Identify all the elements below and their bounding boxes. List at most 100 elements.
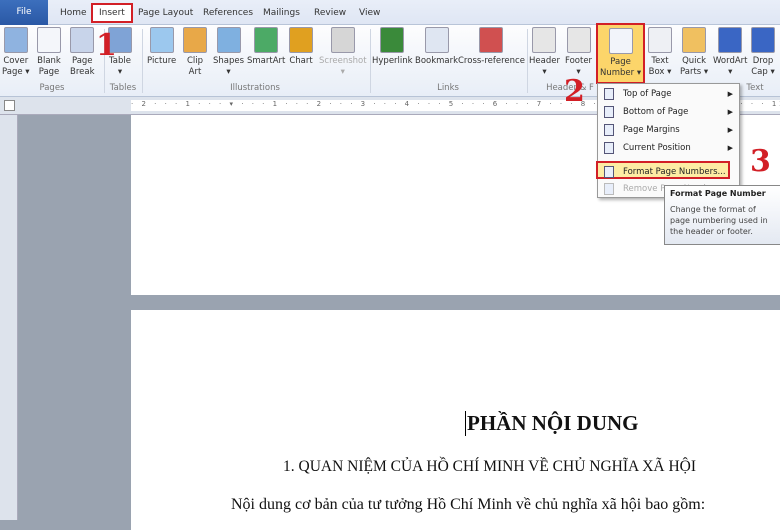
submenu-arrow-icon: ▶ [727,126,733,134]
button-label: Text [651,56,669,66]
text-box-icon [648,27,672,53]
clip-art-button[interactable]: Clip Art [183,27,207,78]
button-label: Screenshot [319,56,367,66]
button-label: Page [38,67,60,77]
ribbon-tabs: File Home Insert Page Layout References … [0,0,780,25]
menu-item-format-page-numbers[interactable]: Format Page Numbers... [596,161,730,179]
page-icon [604,142,614,154]
format-page-number-icon [604,166,614,178]
button-label: Cover [3,56,29,66]
footer-button[interactable]: Footer ▾ [565,27,592,78]
blank-page-icon [37,27,61,53]
shapes-button[interactable]: Shapes ▾ [213,27,244,78]
picture-button[interactable]: Picture [147,27,176,67]
footer-icon [566,27,591,53]
group-label-links: Links [437,83,459,93]
tooltip-body: Change the format of page numbering used… [670,205,768,236]
menu-label: Page Margins [623,125,680,135]
vertical-ruler[interactable] [0,115,18,520]
tab-page-layout[interactable]: Page Layout [132,5,199,25]
menu-item-page-margins[interactable]: Page Margins ▶ [598,121,739,139]
tab-review[interactable]: Review [308,5,352,25]
cross-reference-icon [479,27,504,53]
menu-label: Top of Page [623,89,672,99]
cover-page-icon [3,27,28,53]
button-label: Footer [565,56,593,66]
tab-selector[interactable] [4,100,15,111]
text-box-button[interactable]: Text Box ▾ [648,27,672,78]
button-label: WordArt [713,56,748,66]
button-label: Break [70,67,95,77]
header-icon [532,27,557,53]
button-label: Parts ▾ [680,67,709,77]
chart-button[interactable]: Chart [289,27,313,67]
bookmark-icon [424,27,449,53]
button-label: ▾ [226,67,231,77]
button-label: Drop [752,56,774,66]
page-icon [604,88,614,100]
document-page-2[interactable]: PHẦN NỘI DUNG 1. QUAN NIỆM CỦA HỒ CHÍ MI… [131,310,780,530]
button-label: Hyperlink [372,56,413,66]
tooltip: Format Page Number Change the format of … [664,185,780,245]
screenshot-icon [330,27,355,53]
button-label: Shapes [213,56,245,66]
menu-item-top-of-page[interactable]: Top of Page ▶ [598,85,739,103]
tab-insert[interactable]: Insert [91,3,133,23]
cover-page-button[interactable]: Cover Page ▾ [2,27,30,78]
remove-icon [604,183,614,195]
page-icon [604,106,614,118]
clip-art-icon [183,27,207,53]
tab-file[interactable]: File [0,0,48,25]
group-label-illustrations: Illustrations [230,83,280,93]
button-label: Quick [682,56,707,66]
hyperlink-icon [380,27,405,53]
menu-item-current-position[interactable]: Current Position ▶ [598,139,739,157]
submenu-arrow-icon: ▶ [727,144,733,152]
quick-parts-button[interactable]: Quick Parts ▾ [680,27,708,78]
button-label: Cap ▾ [751,67,775,77]
button-label: Bookmark [415,56,459,66]
blank-page-button[interactable]: Blank Page [37,27,61,78]
tooltip-title: Format Page Number [670,189,766,198]
button-label: Picture [147,56,177,66]
smartart-icon [254,27,279,53]
tab-mailings[interactable]: Mailings [257,5,306,25]
tab-references[interactable]: References [197,5,259,25]
smartart-button[interactable]: SmartArt [247,27,285,67]
wordart-button[interactable]: WordArt ▾ [713,27,748,78]
page-number-dropdown: Top of Page ▶ Bottom of Page ▶ Page Margin… [596,83,740,198]
button-label: Blank [37,56,61,66]
button-label: ▾ [340,67,345,77]
button-label: Number ▾ [600,68,642,78]
bookmark-button[interactable]: Bookmark [415,27,458,67]
hyperlink-button[interactable]: Hyperlink [372,27,413,67]
document-title: PHẦN NỘI DUNG [465,411,639,436]
page-break-button[interactable]: Page Break [70,27,95,78]
page-icon [604,124,614,136]
divider [142,29,143,93]
button-label: ▾ [542,67,547,77]
menu-item-bottom-of-page[interactable]: Bottom of Page ▶ [598,103,739,121]
chart-icon [289,27,313,53]
button-label: Page [71,56,93,66]
drop-cap-icon [751,27,775,53]
screenshot-button[interactable]: Screenshot ▾ [319,27,367,78]
document-paragraph: Nội dung cơ bản của tư tưởng Hồ Chí Minh… [231,496,706,513]
cross-reference-button[interactable]: Cross-reference [458,27,525,67]
annotation-step-2: 2 [564,74,585,109]
button-label: Art [188,67,202,77]
group-label-pages: Pages [39,83,65,93]
annotation-step-3: 3 [750,144,771,179]
button-label: Header [529,56,560,66]
tab-home[interactable]: Home [54,5,93,25]
menu-label: Format Page Numbers... [623,167,726,177]
group-label-text: Text [746,83,764,93]
button-label: Page ▾ [2,67,30,77]
button-label: Clip [186,56,204,66]
button-label: Chart [289,56,313,66]
tab-view[interactable]: View [353,5,386,25]
header-button[interactable]: Header ▾ [529,27,560,78]
page-number-button[interactable]: Page Number ▾ [596,23,646,84]
drop-cap-button[interactable]: Drop Cap ▾ [751,27,775,78]
button-label: SmartArt [247,56,286,66]
